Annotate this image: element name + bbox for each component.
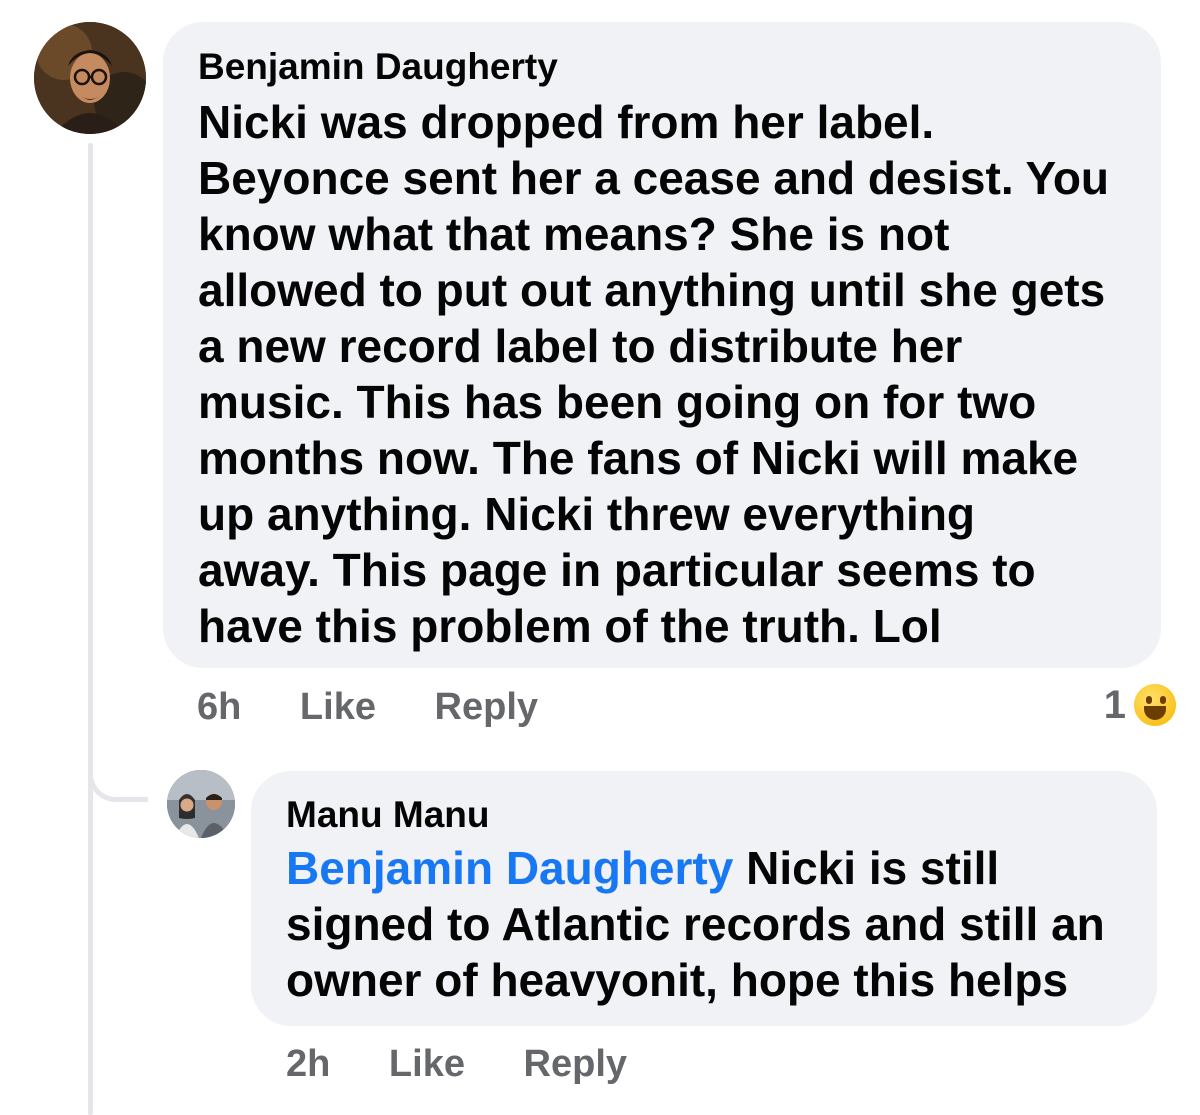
avatar[interactable] [34,22,146,134]
laughing-emoji-icon [1132,682,1178,728]
reply-time[interactable]: 2h [286,1043,330,1086]
reply-button[interactable]: Reply [435,686,538,729]
avatar-photo-icon [167,770,235,838]
reply-button[interactable]: Reply [524,1043,627,1086]
comment-time[interactable]: 6h [197,686,241,729]
reply-connector [88,740,148,802]
comment-author[interactable]: Benjamin Daugherty [198,46,558,88]
reply-text-rest: signed to Atlantic records and still an … [286,898,1105,1006]
mention-link[interactable]: Benjamin Daugherty [286,842,733,894]
reaction-summary[interactable]: 1 [1104,682,1178,728]
reply-actions: 2h Like Reply [286,1043,627,1086]
reaction-count: 1 [1103,682,1126,727]
avatar[interactable] [167,770,235,838]
reply-text-first-line: Nicki is still [733,842,1000,894]
comment-text: Nicki was dropped from her label. Beyonc… [198,96,1110,652]
comment-actions: 6h Like Reply [197,686,538,729]
reply-text: Benjamin Daugherty Nicki is still signed… [286,840,1146,1008]
like-button[interactable]: Like [389,1043,465,1086]
like-button[interactable]: Like [300,686,376,729]
thread-line [88,143,93,1115]
avatar-portrait-icon [34,22,146,134]
reply-author[interactable]: Manu Manu [286,794,489,836]
